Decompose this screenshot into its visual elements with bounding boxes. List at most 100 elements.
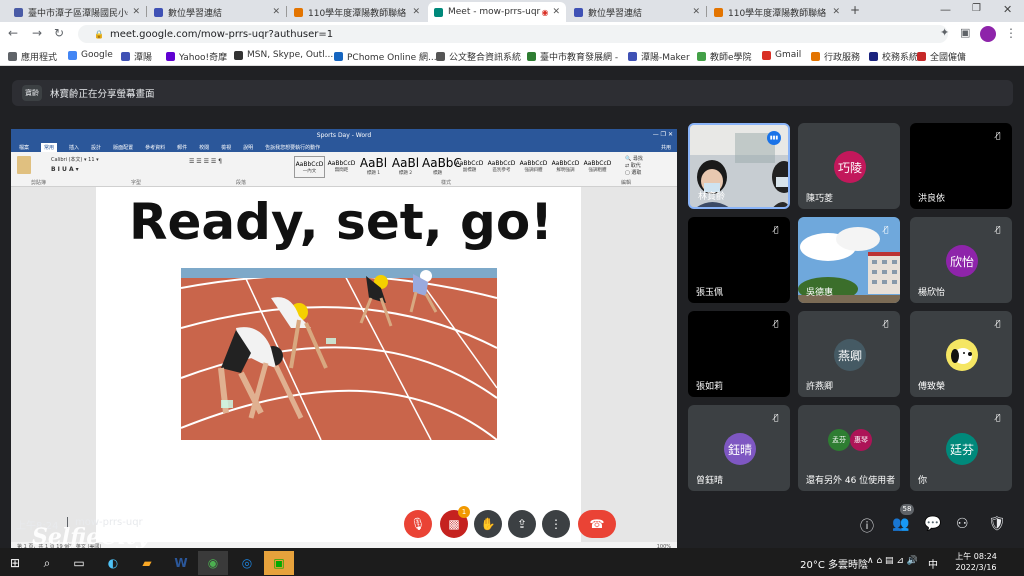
style-gallery-item[interactable]: AaBbCcD 無間距 [326,156,357,178]
participant-tile[interactable]: 🎙̸ 張玉佩 [688,217,790,303]
word-title-bar: Sports Day - Word — ❐ ✕ [11,129,677,142]
extensions-icon[interactable]: ✦ [940,26,949,39]
presentation-banner: 寶齡 林寶齡正在分享螢幕畫面 [12,80,1013,106]
bookmark-item[interactable]: 潭陽 [121,50,152,63]
word-menu-tab[interactable]: 郵件 [177,144,187,151]
host-controls-icon[interactable]: 🛡 [988,516,1006,532]
word-menu-tab[interactable]: 告訴我您想要執行的動作 [265,144,320,151]
browser-tab[interactable]: 數位學習連結 ✕ [148,2,286,22]
tab-close-icon[interactable]: ✕ [552,7,560,17]
browser-tab[interactable]: 110學年度潭陽教師聯絡 ✕ [288,2,426,22]
bookmark-item[interactable]: Yahoo!奇摩 [166,50,227,63]
search-icon[interactable]: ⌕ [32,551,62,575]
word-icon[interactable]: W [166,551,196,575]
participant-tile[interactable]: ▮▮▮ 林寶齡 [688,123,790,209]
participant-tile[interactable]: 廷芬 🎙̸ 你 [910,405,1012,491]
word-menu-tab[interactable]: 版面配置 [113,144,133,151]
bookmark-icon [762,50,771,60]
participant-tile[interactable]: 燕卿 🎙̸ 許燕卿 [798,311,900,397]
word-menu-tab[interactable]: 校閱 [199,144,209,151]
reload-icon[interactable]: ↻ [54,26,64,40]
word-menu-tab[interactable]: 常用 [41,142,58,152]
word-menu-tab[interactable]: 設計 [91,144,101,151]
browser-tab[interactable]: 臺中市潭子區潭陽國民小學 ✕ [8,2,146,22]
file-explorer-icon[interactable]: ▰ [132,551,162,575]
edge-icon[interactable]: ◐ [98,551,128,575]
line-icon[interactable]: ▣ [264,551,294,575]
browser-tab[interactable]: 數位學習連結 ✕ [568,2,706,22]
info-icon[interactable]: ⓘ [860,516,874,536]
address-bar[interactable]: 🔒 meet.google.com/mow-prrs-uqr?authuser=… [78,25,948,43]
bookmark-item[interactable]: 潭陽-Maker [628,50,690,63]
tab-close-icon[interactable]: ✕ [272,7,280,17]
style-gallery-item[interactable]: AaBl 標題 2 [390,156,421,178]
word-menu-tab[interactable]: 說明 [243,144,253,151]
back-icon[interactable]: ← [8,26,18,40]
maximize-icon[interactable]: ❐ [972,3,981,14]
participant-tile[interactable]: 巧陵 陳巧菱 [798,123,900,209]
bookmark-item[interactable]: MSN, Skype, Outl... [234,50,333,60]
bookmark-item[interactable]: 行政服務 [811,50,860,63]
style-gallery-item[interactable]: AaBbC 標題 [422,156,462,178]
bookmark-item[interactable]: 應用程式 [8,50,57,63]
participant-tile[interactable]: 鈺晴 🎙̸ 曾鈺晴 [688,405,790,491]
participant-tile[interactable]: 孟芬 惠琴 還有另外 46 位使用者 [798,405,900,491]
bookmark-icon [166,52,175,61]
bookmark-item[interactable]: 臺中市教育發展網 - [527,50,618,63]
chat-icon[interactable]: 💬 [924,516,941,532]
style-gallery-item[interactable]: AaBbCcD 強調斜體 [518,156,549,178]
word-menu-tab[interactable]: 插入 [69,144,79,151]
participant-tile[interactable]: 欣怡 🎙̸ 楊欣怡 [910,217,1012,303]
style-gallery-item[interactable]: AaBbCcD 一內文 [294,156,325,178]
participant-tile[interactable]: 🎙̸ 張如莉 [688,311,790,397]
style-gallery-item[interactable]: AaBbCcD 鮮明強調 [550,156,581,178]
minimize-icon[interactable]: — [940,3,951,16]
profile-avatar[interactable] [980,26,996,42]
participant-tile[interactable]: 🎙̸ 吳德惠 [798,217,900,303]
participant-tile[interactable]: 🎙̸ 洪良依 [910,123,1012,209]
forward-icon[interactable]: → [32,26,42,40]
windows-start-icon[interactable]: ⊞ [0,551,30,575]
bookmark-item[interactable]: 校務系統 [869,50,918,63]
people-icon[interactable]: 👥 [892,516,909,532]
close-window-icon[interactable]: ✕ [1003,3,1012,16]
activities-icon[interactable]: ⚇ [956,516,969,532]
browser-tab[interactable]: Meet - mow-prrs-uqr ◉ ✕ [428,2,566,22]
bookmark-label: 公文整合資訊系統 [449,53,522,63]
bookmark-item[interactable]: PChome Online 網... [334,50,437,63]
word-share-button[interactable]: 共用 [661,144,671,151]
bookmark-item[interactable]: 教師e學院 [697,50,752,63]
word-menu-tab[interactable]: 檢視 [221,144,231,151]
more-options-button[interactable]: ⋮ [542,510,570,538]
menu-kebab-icon[interactable]: ⋮ [1005,26,1017,40]
camera-off-button[interactable]: ▩ 1 [440,506,470,538]
browser-tab[interactable]: 110學年度潭陽教師聯絡 ✕ [708,2,846,22]
task-view-icon[interactable]: ▭ [64,551,94,575]
tab-close-icon[interactable]: ✕ [832,7,840,17]
bookmark-item[interactable]: 公文整合資訊系統 [436,50,521,63]
tab-close-icon[interactable]: ✕ [132,7,140,17]
bookmark-item[interactable]: 全國僱傭 [917,50,966,63]
participant-tile[interactable]: 🎙̸ 傅致榮 [910,311,1012,397]
mic-off-button[interactable]: 🎙 [404,510,432,538]
word-menu-tab[interactable]: 參考資料 [145,144,165,151]
present-button[interactable]: ⇪ [508,510,536,538]
word-menu-tab[interactable]: 檔案 [19,144,29,151]
style-gallery-item[interactable]: AaBbCcD 副標題 [454,156,485,178]
clock[interactable]: 上午 08:24 2022/3/16 [946,551,1006,573]
style-gallery-item[interactable]: AaBbCcD 強調粗體 [582,156,613,178]
leave-call-button[interactable]: ☎ [578,510,616,538]
style-gallery-item[interactable]: AaBbCcD 區別參考 [486,156,517,178]
sidebar-icon[interactable]: ▣ [960,26,970,39]
style-gallery-item[interactable]: AaBl 標題 1 [358,156,389,178]
bookmark-item[interactable]: Gmail [762,50,801,60]
new-tab-button[interactable]: + [850,3,860,17]
tab-close-icon[interactable]: ✕ [412,7,420,17]
raise-hand-button[interactable]: ✋ [474,510,502,538]
mini-avatar-initials: 孟芬 [832,436,846,444]
tab-close-icon[interactable]: ✕ [692,7,700,17]
chrome-icon[interactable]: ◉ [198,551,228,575]
bookmark-item[interactable]: Google [68,50,113,60]
webex-icon[interactable]: ◎ [232,551,262,575]
editing-icons: 🔍 尋找 ⇄ 取代 ▢ 選取 [625,156,643,176]
